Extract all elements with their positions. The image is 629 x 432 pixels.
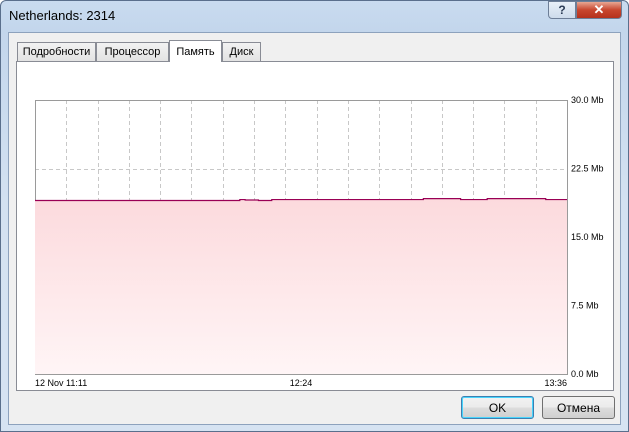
ok-button[interactable]: OK — [461, 396, 534, 419]
help-button[interactable]: ? — [548, 1, 576, 19]
y-axis-labels: 30.0 Mb 22.5 Mb 15.0 Mb 7.5 Mb 0.0 Mb — [571, 95, 604, 379]
title-bar[interactable]: Netherlands: 2314 ? ✕ — [1, 1, 628, 31]
cancel-button[interactable]: Отмена — [542, 396, 615, 419]
window-title: Netherlands: 2314 — [9, 8, 116, 23]
dialog-window: Netherlands: 2314 ? ✕ Подробности Процес… — [0, 0, 629, 432]
y-tick-label: 15.0 Mb — [571, 232, 604, 242]
tab-disk[interactable]: Диск — [222, 42, 261, 61]
memory-tab-panel: 30.0 Mb 22.5 Mb 15.0 Mb 7.5 Mb 0.0 Mb 12 Nov… — [16, 61, 614, 391]
tab-cpu[interactable]: Процессор — [96, 42, 169, 61]
y-tick-label: 7.5 Mb — [571, 301, 599, 311]
tab-details[interactable]: Подробности — [17, 42, 96, 61]
y-tick-label: 0.0 Mb — [571, 369, 599, 379]
x-tick-label: 13:36 — [544, 378, 567, 388]
memory-chart: 30.0 Mb 22.5 Mb 15.0 Mb 7.5 Mb 0.0 Mb 12 Nov… — [35, 95, 604, 388]
dialog-body: Подробности Процессор Память Диск 30.0 M… — [8, 32, 621, 425]
close-button[interactable]: ✕ — [576, 1, 622, 19]
y-tick-label: 22.5 Mb — [571, 164, 604, 174]
x-tick-label: 12:24 — [290, 378, 313, 388]
memory-area — [35, 198, 567, 374]
tab-memory[interactable]: Память — [169, 40, 222, 62]
x-axis-labels: 12 Nov 11:11 12:24 13:36 — [35, 378, 567, 388]
x-tick-label: 12 Nov 11:11 — [35, 378, 87, 388]
y-tick-label: 30.0 Mb — [571, 95, 604, 105]
